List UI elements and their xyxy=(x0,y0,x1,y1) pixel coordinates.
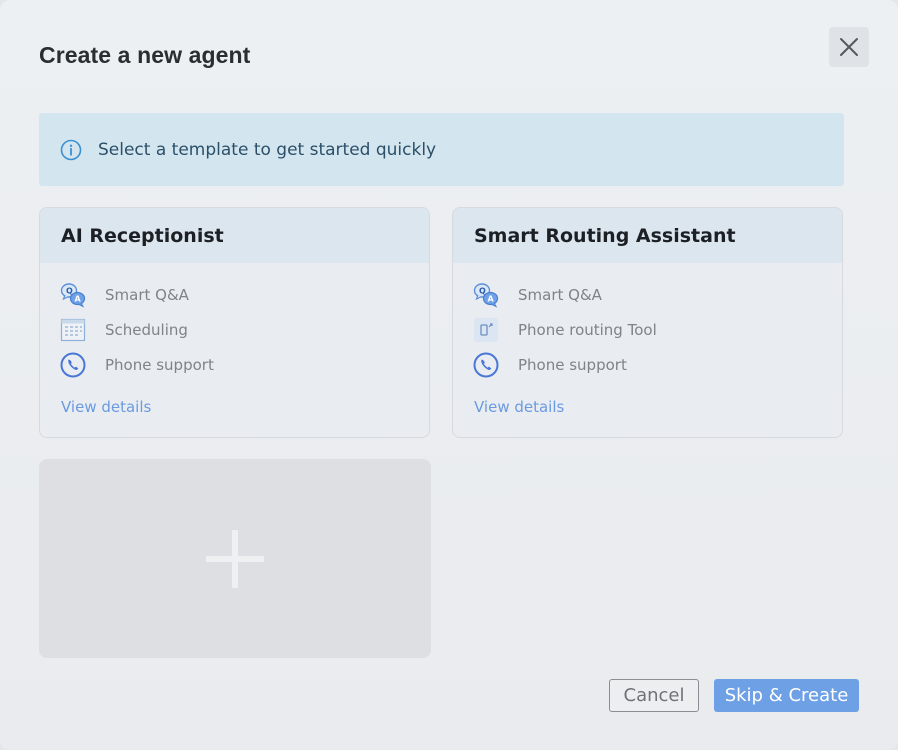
template-card-ai-receptionist[interactable]: AI Receptionist Q A Smart Q&A Scheduling… xyxy=(39,207,430,438)
close-button[interactable] xyxy=(829,27,869,67)
feature-label: Phone support xyxy=(105,356,214,374)
phone-icon xyxy=(60,352,86,378)
info-banner: Select a template to get started quickly xyxy=(39,113,844,186)
phone-routing-icon xyxy=(473,317,499,343)
create-agent-dialog: Create a new agent Select a template to … xyxy=(0,0,898,750)
svg-text:A: A xyxy=(488,295,495,304)
dialog-title: Create a new agent xyxy=(39,42,251,68)
phone-icon xyxy=(473,352,499,378)
info-icon xyxy=(60,139,82,161)
feature-item: Phone routing Tool xyxy=(473,316,657,344)
feature-item: Scheduling xyxy=(60,316,188,344)
qa-chat-icon: Q A xyxy=(60,282,86,308)
calendar-icon xyxy=(60,317,86,343)
feature-label: Smart Q&A xyxy=(518,286,602,304)
feature-label: Phone routing Tool xyxy=(518,321,657,339)
skip-and-create-button[interactable]: Skip & Create xyxy=(714,679,859,712)
feature-label: Scheduling xyxy=(105,321,188,339)
view-details-link[interactable]: View details xyxy=(61,398,151,416)
template-card-smart-routing-assistant[interactable]: Smart Routing Assistant Q A Smart Q&A Ph… xyxy=(452,207,843,438)
template-card-title: Smart Routing Assistant xyxy=(453,208,842,263)
view-details-link[interactable]: View details xyxy=(474,398,564,416)
qa-chat-icon: Q A xyxy=(473,282,499,308)
feature-label: Phone support xyxy=(518,356,627,374)
feature-label: Smart Q&A xyxy=(105,286,189,304)
add-template-card[interactable] xyxy=(39,459,431,658)
feature-item: Phone support xyxy=(473,351,627,379)
template-card-title: AI Receptionist xyxy=(40,208,429,263)
cancel-button[interactable]: Cancel xyxy=(609,679,699,712)
plus-icon xyxy=(205,529,265,589)
feature-item: Phone support xyxy=(60,351,214,379)
feature-item: Q A Smart Q&A xyxy=(60,281,189,309)
svg-text:A: A xyxy=(75,295,82,304)
close-icon xyxy=(839,37,859,57)
feature-item: Q A Smart Q&A xyxy=(473,281,602,309)
banner-text: Select a template to get started quickly xyxy=(98,139,437,160)
